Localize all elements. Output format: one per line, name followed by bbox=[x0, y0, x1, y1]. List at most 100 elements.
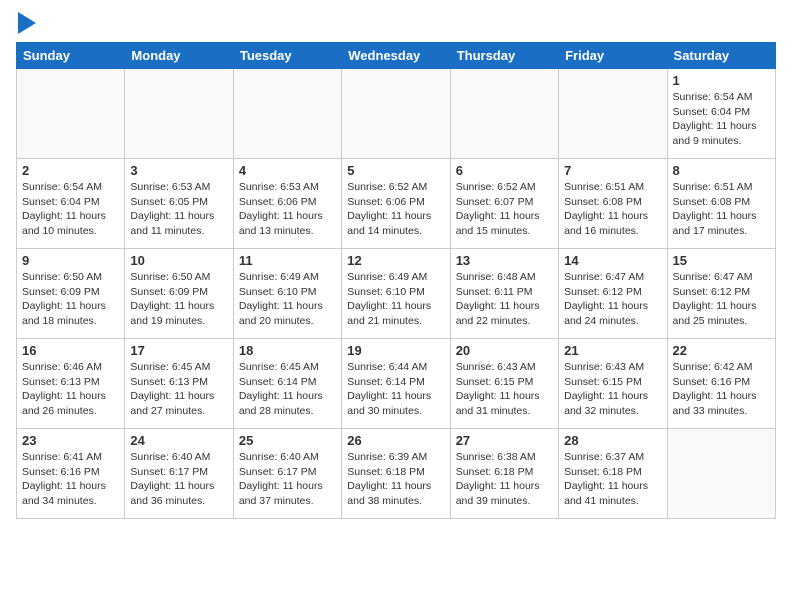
calendar-cell bbox=[450, 69, 558, 159]
day-number: 14 bbox=[564, 253, 661, 268]
day-number: 11 bbox=[239, 253, 336, 268]
day-info: Sunrise: 6:49 AM Sunset: 6:10 PM Dayligh… bbox=[239, 270, 336, 329]
day-number: 16 bbox=[22, 343, 119, 358]
day-info: Sunrise: 6:46 AM Sunset: 6:13 PM Dayligh… bbox=[22, 360, 119, 419]
day-info: Sunrise: 6:54 AM Sunset: 6:04 PM Dayligh… bbox=[673, 90, 770, 149]
day-info: Sunrise: 6:44 AM Sunset: 6:14 PM Dayligh… bbox=[347, 360, 444, 419]
day-info: Sunrise: 6:47 AM Sunset: 6:12 PM Dayligh… bbox=[564, 270, 661, 329]
day-number: 17 bbox=[130, 343, 227, 358]
calendar-cell: 20 Sunrise: 6:43 AM Sunset: 6:15 PM Dayli… bbox=[450, 339, 558, 429]
page-header bbox=[16, 16, 776, 34]
day-info: Sunrise: 6:37 AM Sunset: 6:18 PM Dayligh… bbox=[564, 450, 661, 509]
day-number: 3 bbox=[130, 163, 227, 178]
day-number: 24 bbox=[130, 433, 227, 448]
day-info: Sunrise: 6:51 AM Sunset: 6:08 PM Dayligh… bbox=[673, 180, 770, 239]
day-number: 8 bbox=[673, 163, 770, 178]
day-number: 19 bbox=[347, 343, 444, 358]
calendar-cell: 8 Sunrise: 6:51 AM Sunset: 6:08 PM Daylig… bbox=[667, 159, 775, 249]
day-info: Sunrise: 6:48 AM Sunset: 6:11 PM Dayligh… bbox=[456, 270, 553, 329]
day-number: 26 bbox=[347, 433, 444, 448]
weekday-header-tuesday: Tuesday bbox=[233, 43, 341, 69]
logo-icon bbox=[18, 12, 36, 34]
logo bbox=[16, 16, 36, 34]
calendar-cell bbox=[233, 69, 341, 159]
calendar-cell: 13 Sunrise: 6:48 AM Sunset: 6:11 PM Dayli… bbox=[450, 249, 558, 339]
day-info: Sunrise: 6:40 AM Sunset: 6:17 PM Dayligh… bbox=[130, 450, 227, 509]
calendar-week-5: 23 Sunrise: 6:41 AM Sunset: 6:16 PM Dayli… bbox=[17, 429, 776, 519]
day-number: 7 bbox=[564, 163, 661, 178]
calendar-cell bbox=[342, 69, 450, 159]
day-info: Sunrise: 6:50 AM Sunset: 6:09 PM Dayligh… bbox=[22, 270, 119, 329]
day-info: Sunrise: 6:41 AM Sunset: 6:16 PM Dayligh… bbox=[22, 450, 119, 509]
weekday-header-friday: Friday bbox=[559, 43, 667, 69]
day-info: Sunrise: 6:52 AM Sunset: 6:07 PM Dayligh… bbox=[456, 180, 553, 239]
calendar-cell: 27 Sunrise: 6:38 AM Sunset: 6:18 PM Dayli… bbox=[450, 429, 558, 519]
weekday-header-thursday: Thursday bbox=[450, 43, 558, 69]
day-info: Sunrise: 6:51 AM Sunset: 6:08 PM Dayligh… bbox=[564, 180, 661, 239]
calendar-cell: 5 Sunrise: 6:52 AM Sunset: 6:06 PM Daylig… bbox=[342, 159, 450, 249]
calendar-cell bbox=[17, 69, 125, 159]
day-number: 12 bbox=[347, 253, 444, 268]
day-info: Sunrise: 6:40 AM Sunset: 6:17 PM Dayligh… bbox=[239, 450, 336, 509]
day-number: 2 bbox=[22, 163, 119, 178]
day-info: Sunrise: 6:45 AM Sunset: 6:14 PM Dayligh… bbox=[239, 360, 336, 419]
calendar-cell: 23 Sunrise: 6:41 AM Sunset: 6:16 PM Dayli… bbox=[17, 429, 125, 519]
day-number: 15 bbox=[673, 253, 770, 268]
day-number: 9 bbox=[22, 253, 119, 268]
weekday-header-sunday: Sunday bbox=[17, 43, 125, 69]
calendar-cell: 9 Sunrise: 6:50 AM Sunset: 6:09 PM Daylig… bbox=[17, 249, 125, 339]
day-number: 23 bbox=[22, 433, 119, 448]
day-info: Sunrise: 6:39 AM Sunset: 6:18 PM Dayligh… bbox=[347, 450, 444, 509]
day-number: 13 bbox=[456, 253, 553, 268]
day-info: Sunrise: 6:53 AM Sunset: 6:05 PM Dayligh… bbox=[130, 180, 227, 239]
weekday-header-wednesday: Wednesday bbox=[342, 43, 450, 69]
day-number: 20 bbox=[456, 343, 553, 358]
day-number: 18 bbox=[239, 343, 336, 358]
calendar-cell: 22 Sunrise: 6:42 AM Sunset: 6:16 PM Dayli… bbox=[667, 339, 775, 429]
weekday-header-saturday: Saturday bbox=[667, 43, 775, 69]
day-info: Sunrise: 6:50 AM Sunset: 6:09 PM Dayligh… bbox=[130, 270, 227, 329]
day-number: 5 bbox=[347, 163, 444, 178]
day-info: Sunrise: 6:38 AM Sunset: 6:18 PM Dayligh… bbox=[456, 450, 553, 509]
calendar-cell: 3 Sunrise: 6:53 AM Sunset: 6:05 PM Daylig… bbox=[125, 159, 233, 249]
calendar-cell: 7 Sunrise: 6:51 AM Sunset: 6:08 PM Daylig… bbox=[559, 159, 667, 249]
day-info: Sunrise: 6:43 AM Sunset: 6:15 PM Dayligh… bbox=[456, 360, 553, 419]
calendar-cell: 24 Sunrise: 6:40 AM Sunset: 6:17 PM Dayli… bbox=[125, 429, 233, 519]
calendar-cell bbox=[667, 429, 775, 519]
day-info: Sunrise: 6:43 AM Sunset: 6:15 PM Dayligh… bbox=[564, 360, 661, 419]
calendar-cell: 16 Sunrise: 6:46 AM Sunset: 6:13 PM Dayli… bbox=[17, 339, 125, 429]
day-info: Sunrise: 6:52 AM Sunset: 6:06 PM Dayligh… bbox=[347, 180, 444, 239]
day-info: Sunrise: 6:45 AM Sunset: 6:13 PM Dayligh… bbox=[130, 360, 227, 419]
day-number: 4 bbox=[239, 163, 336, 178]
day-number: 27 bbox=[456, 433, 553, 448]
calendar-cell: 4 Sunrise: 6:53 AM Sunset: 6:06 PM Daylig… bbox=[233, 159, 341, 249]
calendar-cell: 18 Sunrise: 6:45 AM Sunset: 6:14 PM Dayli… bbox=[233, 339, 341, 429]
calendar-cell: 11 Sunrise: 6:49 AM Sunset: 6:10 PM Dayli… bbox=[233, 249, 341, 339]
calendar-table: SundayMondayTuesdayWednesdayThursdayFrid… bbox=[16, 42, 776, 519]
calendar-cell: 15 Sunrise: 6:47 AM Sunset: 6:12 PM Dayli… bbox=[667, 249, 775, 339]
calendar-week-3: 9 Sunrise: 6:50 AM Sunset: 6:09 PM Daylig… bbox=[17, 249, 776, 339]
calendar-week-1: 1 Sunrise: 6:54 AM Sunset: 6:04 PM Daylig… bbox=[17, 69, 776, 159]
calendar-week-4: 16 Sunrise: 6:46 AM Sunset: 6:13 PM Dayli… bbox=[17, 339, 776, 429]
calendar-cell: 6 Sunrise: 6:52 AM Sunset: 6:07 PM Daylig… bbox=[450, 159, 558, 249]
calendar-cell: 14 Sunrise: 6:47 AM Sunset: 6:12 PM Dayli… bbox=[559, 249, 667, 339]
day-info: Sunrise: 6:49 AM Sunset: 6:10 PM Dayligh… bbox=[347, 270, 444, 329]
day-number: 25 bbox=[239, 433, 336, 448]
day-number: 10 bbox=[130, 253, 227, 268]
day-number: 6 bbox=[456, 163, 553, 178]
day-number: 28 bbox=[564, 433, 661, 448]
day-number: 1 bbox=[673, 73, 770, 88]
day-info: Sunrise: 6:47 AM Sunset: 6:12 PM Dayligh… bbox=[673, 270, 770, 329]
calendar-cell bbox=[125, 69, 233, 159]
day-info: Sunrise: 6:42 AM Sunset: 6:16 PM Dayligh… bbox=[673, 360, 770, 419]
calendar-cell: 12 Sunrise: 6:49 AM Sunset: 6:10 PM Dayli… bbox=[342, 249, 450, 339]
calendar-cell: 19 Sunrise: 6:44 AM Sunset: 6:14 PM Dayli… bbox=[342, 339, 450, 429]
day-number: 22 bbox=[673, 343, 770, 358]
calendar-cell: 2 Sunrise: 6:54 AM Sunset: 6:04 PM Daylig… bbox=[17, 159, 125, 249]
day-info: Sunrise: 6:53 AM Sunset: 6:06 PM Dayligh… bbox=[239, 180, 336, 239]
day-number: 21 bbox=[564, 343, 661, 358]
weekday-header-monday: Monday bbox=[125, 43, 233, 69]
calendar-cell: 1 Sunrise: 6:54 AM Sunset: 6:04 PM Daylig… bbox=[667, 69, 775, 159]
day-info: Sunrise: 6:54 AM Sunset: 6:04 PM Dayligh… bbox=[22, 180, 119, 239]
calendar-cell: 10 Sunrise: 6:50 AM Sunset: 6:09 PM Dayli… bbox=[125, 249, 233, 339]
